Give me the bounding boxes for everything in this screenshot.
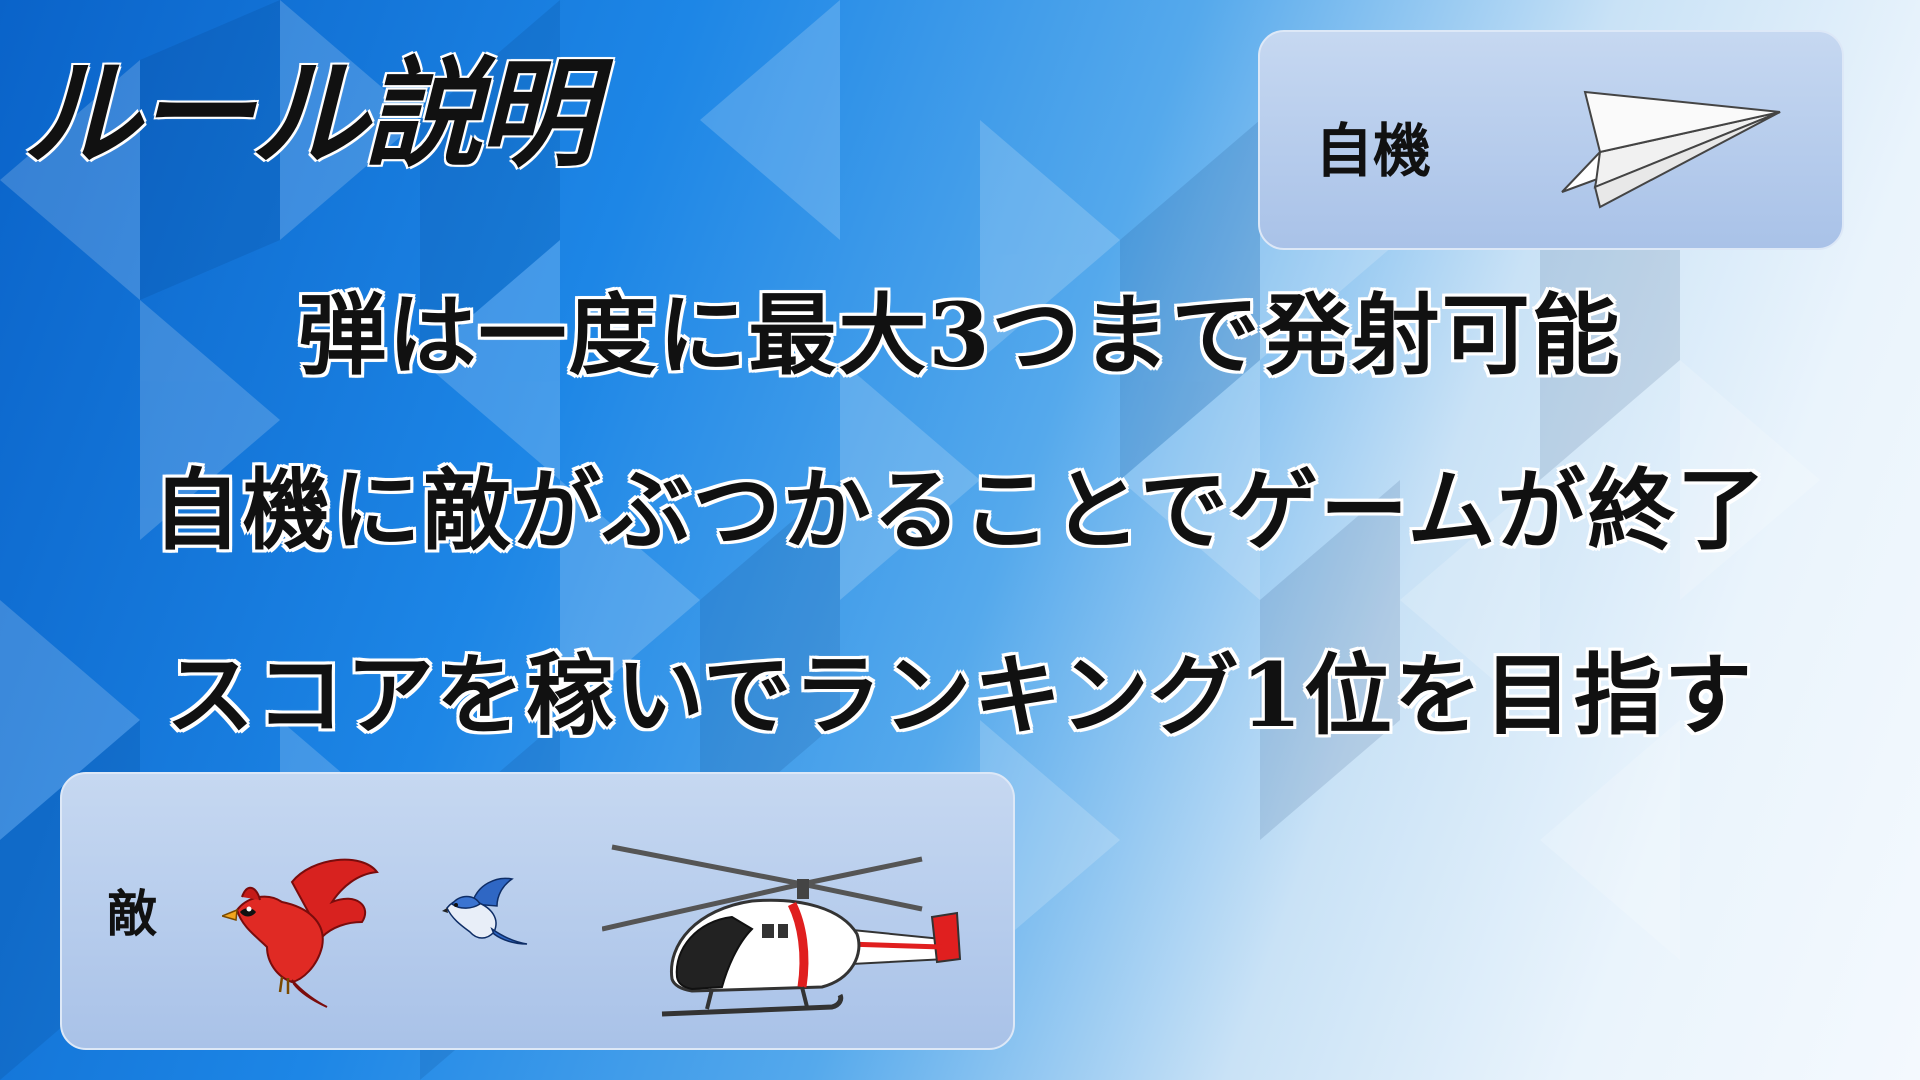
player-label: 自機 [1315,117,1432,185]
rule-text-2: 自機に敵がぶつかることでゲームが終了 [152,458,1768,562]
helicopter-icon [602,844,962,1017]
player-panel: 自機 [1258,30,1844,250]
blue-jay-icon [442,877,528,945]
page-title: ルール説明 [22,44,596,183]
rule-text-3: スコアを稼いでランキング1位を目指す [166,643,1754,747]
cardinal-bird-icon [222,858,379,1008]
enemy-label: 敵 [107,885,157,943]
paper-airplane-icon [1561,90,1781,209]
rule-text-1: 弾は一度に最大3つまで発射可能 [298,283,1622,387]
enemy-panel: 敵 [60,772,1015,1050]
